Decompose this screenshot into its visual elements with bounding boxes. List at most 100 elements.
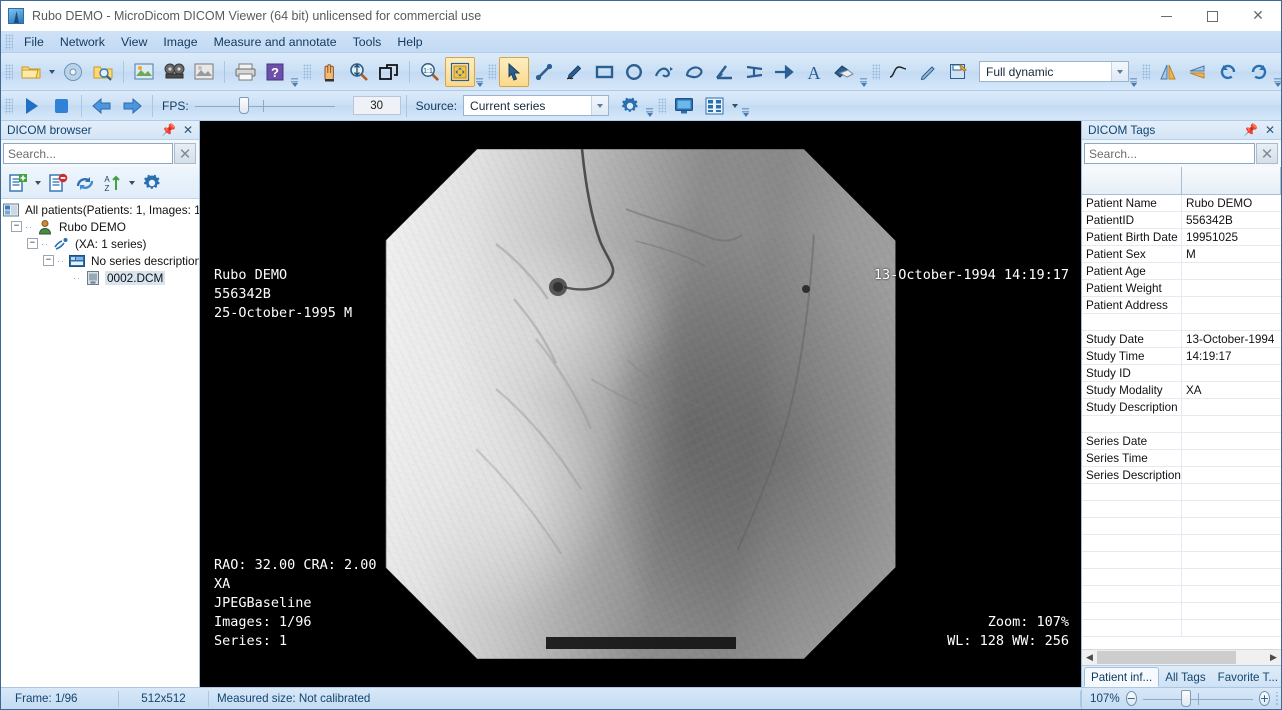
table-row[interactable]: Study Modality XA <box>1082 382 1281 399</box>
flip-horizontal-button[interactable] <box>1153 57 1183 87</box>
table-row[interactable] <box>1082 569 1281 586</box>
table-row[interactable] <box>1082 314 1281 331</box>
cobb-angle-button[interactable] <box>739 57 769 87</box>
table-row[interactable]: Patient Weight <box>1082 280 1281 297</box>
playback-settings-button[interactable] <box>615 91 645 121</box>
chevron-down-icon[interactable] <box>1111 62 1128 81</box>
open-cd-button[interactable] <box>58 57 88 87</box>
toolbar-overflow-button[interactable] <box>1273 53 1282 90</box>
gear-icon[interactable] <box>139 170 165 196</box>
tree-node-all-patients[interactable]: All patients(Patients: 1, Images: 1) <box>3 201 199 218</box>
scan-folder-button[interactable] <box>88 57 118 87</box>
tree-expander[interactable]: − <box>11 221 22 232</box>
menu-tools[interactable]: Tools <box>345 32 390 52</box>
chevron-left-icon[interactable]: ◀ <box>1082 650 1097 665</box>
highlighter-button[interactable] <box>913 57 943 87</box>
tags-column-name[interactable] <box>1082 167 1182 194</box>
ellipse-button[interactable] <box>619 57 649 87</box>
window-level-tool-button[interactable] <box>344 57 374 87</box>
rotate-right-button[interactable] <box>1243 57 1273 87</box>
rectangle-button[interactable] <box>589 57 619 87</box>
tree-expander[interactable]: − <box>43 255 54 266</box>
table-row[interactable]: Patient Address <box>1082 297 1281 314</box>
maximize-button[interactable] <box>1189 1 1235 31</box>
save-preset-button[interactable] <box>943 57 973 87</box>
table-row[interactable] <box>1082 501 1281 518</box>
open-video-button[interactable] <box>159 57 189 87</box>
stop-button[interactable] <box>46 91 76 121</box>
toolbar-overflow-button[interactable] <box>645 91 654 120</box>
freehand-pen-button[interactable] <box>559 57 589 87</box>
image-viewer[interactable]: Rubo DEMO 556342B 25-October-1995 M 13-O… <box>200 121 1081 687</box>
play-button[interactable] <box>16 91 46 121</box>
toolbar-grip-icon[interactable] <box>1142 63 1150 80</box>
table-row[interactable] <box>1082 603 1281 620</box>
table-row[interactable]: Patient Age <box>1082 263 1281 280</box>
add-document-icon[interactable] <box>5 170 31 196</box>
pin-icon[interactable]: 📌 <box>1243 123 1258 137</box>
toolbar-grip-icon[interactable] <box>303 63 311 80</box>
minimize-button[interactable] <box>1143 1 1189 31</box>
toolbar-overflow-button[interactable] <box>741 91 750 120</box>
menu-network[interactable]: Network <box>52 32 113 52</box>
tab-all-tags[interactable]: All Tags <box>1159 667 1211 687</box>
add-document-dropdown[interactable] <box>32 170 44 196</box>
toolbar-grip-icon[interactable] <box>488 63 496 80</box>
zoom-in-button[interactable]: + <box>1258 691 1271 706</box>
sort-dropdown[interactable] <box>126 170 138 196</box>
polyline-button[interactable] <box>649 57 679 87</box>
zoom-out-button[interactable]: − <box>1125 691 1137 706</box>
pin-icon[interactable]: 📌 <box>161 123 176 137</box>
dicom-tags-search-input[interactable]: Search... <box>1084 143 1255 164</box>
closed-curve-button[interactable] <box>679 57 709 87</box>
table-row[interactable] <box>1082 518 1281 535</box>
flip-vertical-button[interactable] <box>1183 57 1213 87</box>
table-row[interactable]: Study Time 14:19:17 <box>1082 348 1281 365</box>
fps-slider[interactable] <box>194 96 335 116</box>
table-row[interactable] <box>1082 535 1281 552</box>
toolbar-grip-icon[interactable] <box>658 97 667 114</box>
export-image-button[interactable] <box>189 57 219 87</box>
fps-slider-thumb[interactable] <box>238 96 249 114</box>
table-row[interactable] <box>1082 484 1281 501</box>
open-image-button[interactable] <box>129 57 159 87</box>
table-row[interactable]: Series Description <box>1082 467 1281 484</box>
resize-grip-icon[interactable] <box>1276 691 1279 706</box>
menu-view[interactable]: View <box>113 32 155 52</box>
source-select[interactable]: Current series <box>463 95 610 116</box>
single-view-button[interactable] <box>669 91 699 121</box>
tree-node-patient[interactable]: − ·· Rubo DEMO <box>3 218 199 235</box>
fps-value-input[interactable]: 30 <box>352 96 401 115</box>
chevron-down-icon[interactable] <box>591 96 609 115</box>
dicom-browser-search-input[interactable]: Search... <box>3 143 173 164</box>
tree-node-series[interactable]: − ·· No series description <box>3 252 199 269</box>
pan-tool-button[interactable] <box>314 57 344 87</box>
patient-tree[interactable]: All patients(Patients: 1, Images: 1) − ·… <box>1 199 199 687</box>
tags-horizontal-scrollbar[interactable]: ◀ ▶ <box>1082 649 1281 665</box>
remove-document-icon[interactable] <box>45 170 71 196</box>
menu-file[interactable]: File <box>16 32 52 52</box>
select-tool-button[interactable] <box>499 56 529 87</box>
table-row[interactable] <box>1082 552 1281 569</box>
previous-frame-button[interactable] <box>87 91 117 121</box>
tile-layout-dropdown[interactable] <box>729 91 741 121</box>
table-row[interactable]: PatientID 556342B <box>1082 212 1281 229</box>
table-row[interactable]: Study Date 13-October-1994 <box>1082 331 1281 348</box>
table-row[interactable] <box>1082 620 1281 637</box>
tree-expander[interactable]: − <box>27 238 38 249</box>
menu-measure-and-annotate[interactable]: Measure and annotate <box>206 32 345 52</box>
table-row[interactable] <box>1082 586 1281 603</box>
toolbar-overflow-button[interactable] <box>1129 53 1138 90</box>
scrollbar-track[interactable] <box>1097 650 1266 665</box>
table-row[interactable]: Patient Birth Date 19951025 <box>1082 229 1281 246</box>
table-row[interactable]: Patient Sex M <box>1082 246 1281 263</box>
print-button[interactable] <box>230 57 260 87</box>
table-row[interactable]: Study Description <box>1082 399 1281 416</box>
menu-help[interactable]: Help <box>389 32 430 52</box>
sort-az-icon[interactable]: AZ <box>99 170 125 196</box>
tree-node-series-group[interactable]: − ·· (XA: 1 series) <box>3 235 199 252</box>
next-frame-button[interactable] <box>117 91 147 121</box>
fit-to-window-button[interactable] <box>445 56 475 87</box>
toolbar-overflow-button[interactable] <box>859 53 868 90</box>
arrow-annotation-button[interactable] <box>769 57 799 87</box>
